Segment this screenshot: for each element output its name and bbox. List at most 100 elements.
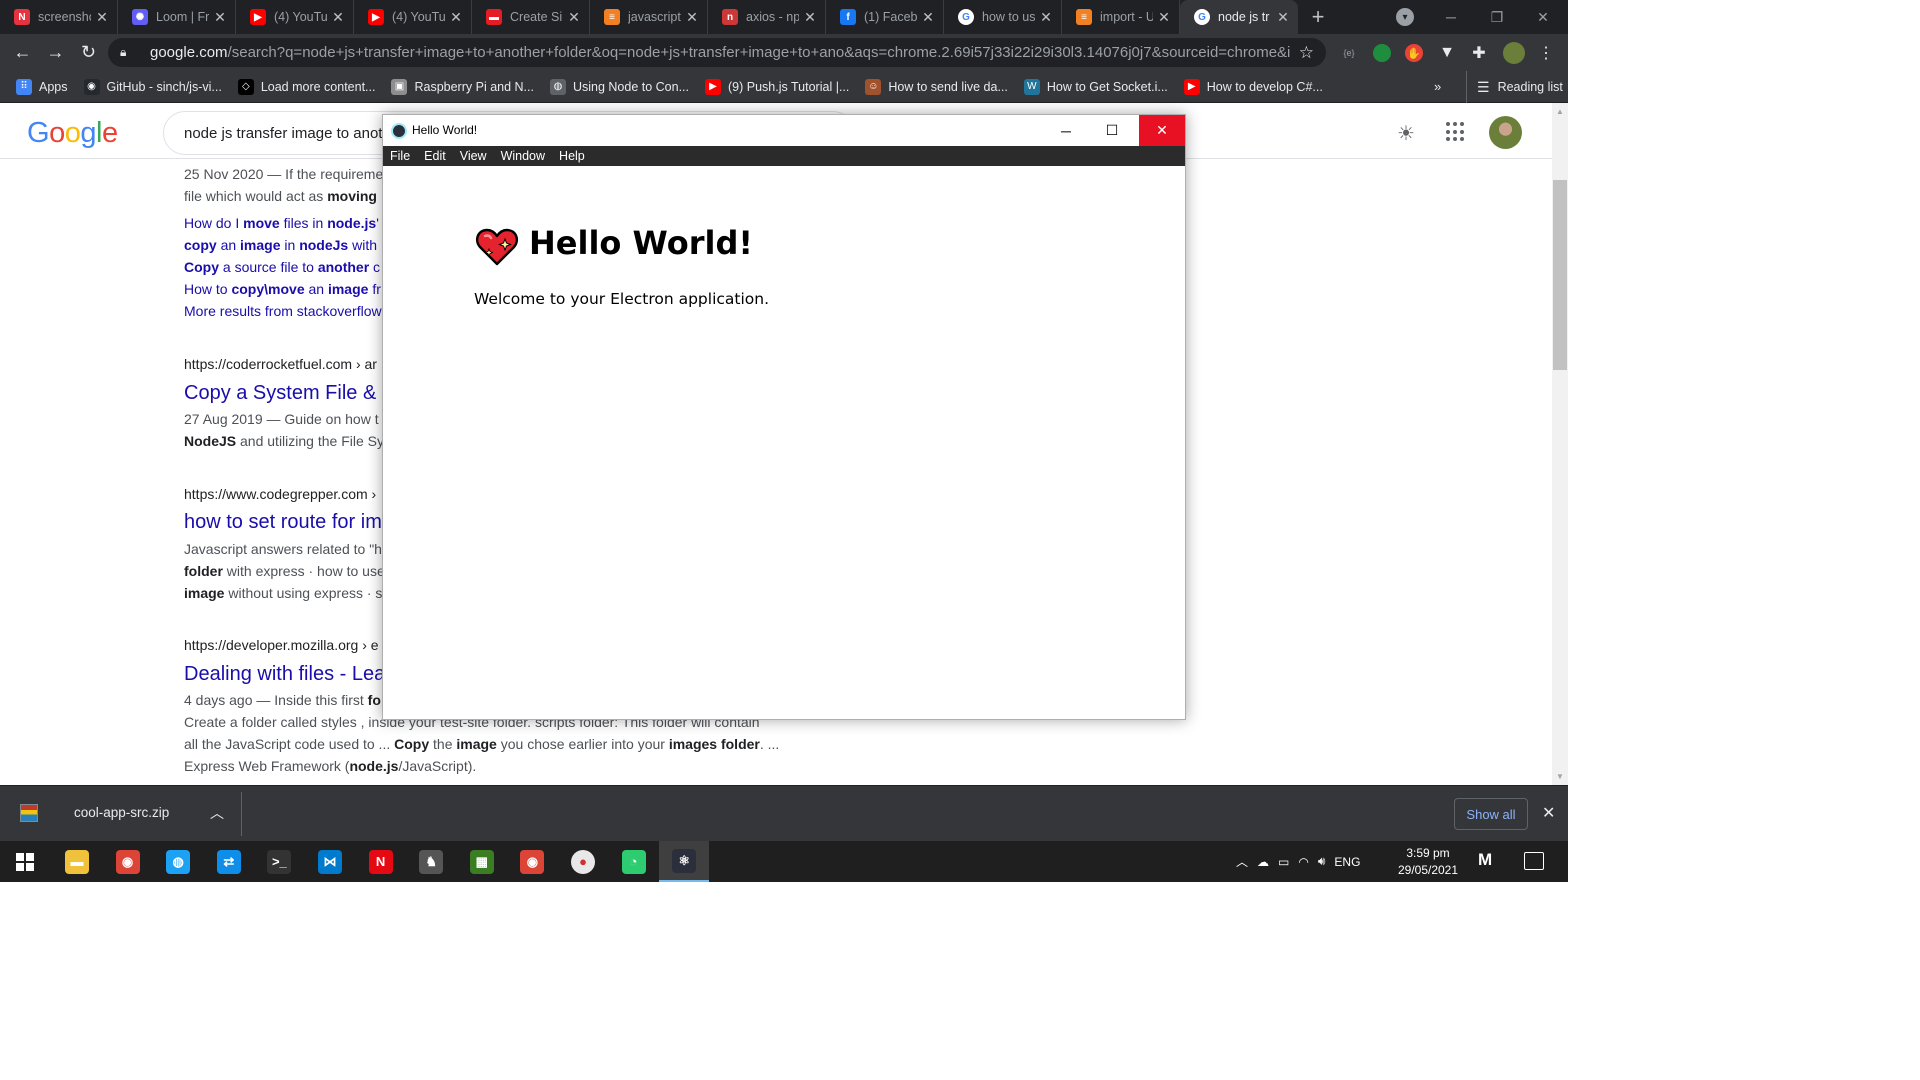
bookmark-item[interactable]: ◉ GitHub - sinch/js-vi... [83, 78, 222, 95]
taskbar-app[interactable]: ⇄ [204, 841, 254, 882]
extension-hand-icon[interactable]: ✋ [1405, 44, 1423, 62]
result-cite[interactable]: https://developer.mozilla.org › e [184, 634, 379, 656]
minimize-icon[interactable]: ─ [1428, 0, 1474, 34]
chrome-menu-icon[interactable]: ⋮ [1537, 44, 1555, 62]
browser-tab[interactable]: ▶ (4) YouTu ✕ [354, 0, 472, 34]
browser-tab[interactable]: Ghow to us ✕ [944, 0, 1062, 34]
bookmarks-overflow-button[interactable]: » [1434, 79, 1441, 94]
menu-view[interactable]: View [459, 149, 488, 163]
extension-green-icon[interactable] [1373, 44, 1391, 62]
new-tab-button[interactable]: + [1298, 0, 1338, 34]
menu-help[interactable]: Help [558, 149, 586, 163]
browser-tab[interactable]: Nscreensho ✕ [0, 0, 118, 34]
volume-icon[interactable]: 🔊︎ [1318, 854, 1326, 869]
battery-icon[interactable]: ▭ [1278, 855, 1289, 869]
wifi-icon[interactable]: ◠ [1298, 855, 1308, 869]
scroll-down-icon[interactable]: ▼ [1552, 769, 1568, 783]
show-all-button[interactable]: Show all [1454, 798, 1528, 830]
taskbar-app[interactable]: ◉ [103, 841, 153, 882]
taskbar-app[interactable]: N [356, 841, 406, 882]
chevron-up-icon[interactable]: ︿ [1236, 853, 1248, 870]
close-downloads-icon[interactable]: ✕ [1542, 803, 1555, 823]
system-clock[interactable]: 3:59 pm 29/05/2021 [1392, 845, 1464, 879]
tab-close-icon[interactable]: ✕ [567, 9, 581, 26]
language-indicator[interactable]: ENG [1334, 855, 1360, 869]
electron-minimize-icon[interactable]: ─ [1043, 115, 1089, 146]
tab-close-icon[interactable]: ✕ [331, 9, 345, 26]
restore-icon[interactable]: ❐ [1474, 0, 1520, 34]
bookmark-item[interactable]: ☺ How to send live da... [865, 78, 1008, 95]
bookmark-item[interactable]: ◇ Load more content... [237, 78, 375, 95]
browser-tab[interactable]: ▬ Create Sir ✕ [472, 0, 590, 34]
related-link[interactable]: copy an image in nodeJs with [184, 234, 377, 256]
result-title[interactable]: Copy a System File & [184, 380, 376, 406]
result-title[interactable]: Dealing with files - Lea [184, 661, 385, 687]
bookmark-item[interactable]: ▶ (9) Push.js Tutorial |... [705, 78, 849, 95]
address-bar[interactable]: 🔒︎ google.com/search?q=node+js+transfer+… [108, 38, 1326, 67]
scrollbar-thumb[interactable] [1553, 180, 1567, 370]
tab-close-icon[interactable]: ✕ [1276, 9, 1290, 26]
google-apps-icon[interactable] [1446, 122, 1466, 142]
result-title[interactable]: how to set route for im [184, 509, 382, 535]
profile-avatar-icon[interactable] [1503, 42, 1525, 64]
reading-list-button[interactable]: ☰ Reading list [1466, 71, 1563, 103]
electron-title-bar[interactable]: Hello World! ─ ☐ ✕ [383, 115, 1185, 146]
browser-close-icon[interactable]: ✕ [1520, 0, 1566, 34]
tab-close-icon[interactable]: ✕ [1157, 9, 1171, 26]
extension-code-icon[interactable]: {e} [1340, 44, 1358, 62]
windows-start-icon[interactable] [0, 841, 50, 882]
taskbar-app[interactable]: ◔ [609, 841, 659, 882]
reload-icon[interactable]: ↻ [72, 36, 105, 69]
taskbar-app[interactable]: ⚛ [659, 841, 710, 882]
browser-tab[interactable]: ✺ Loom | Fr ✕ [118, 0, 236, 34]
related-link[interactable]: How to copy\move an image fr [184, 278, 381, 300]
browser-tab[interactable]: Gnode js tr ✕ [1180, 0, 1298, 34]
tab-close-icon[interactable]: ✕ [803, 9, 817, 26]
google-account-avatar[interactable] [1489, 116, 1522, 149]
electron-close-icon[interactable]: ✕ [1139, 115, 1185, 146]
related-link[interactable]: How do I move files in node.js' [184, 212, 379, 234]
taskbar-app[interactable]: ◍ [153, 841, 203, 882]
browser-tab[interactable]: ≡ javascript ✕ [590, 0, 708, 34]
scroll-up-icon[interactable]: ▲ [1552, 104, 1568, 118]
tab-close-icon[interactable]: ✕ [449, 9, 463, 26]
download-item[interactable]: cool-app-src.zip [74, 805, 169, 820]
theme-sun-icon[interactable]: ☀ [1397, 121, 1415, 146]
browser-tab[interactable]: n axios - np ✕ [708, 0, 826, 34]
app-m-icon[interactable]: M [1478, 850, 1492, 870]
notification-center-icon[interactable] [1524, 852, 1544, 870]
taskbar-app[interactable]: ▬ [52, 841, 102, 882]
bookmark-item[interactable]: W How to Get Socket.i... [1023, 78, 1168, 95]
back-icon[interactable]: ← [6, 36, 39, 69]
menu-window[interactable]: Window [500, 149, 546, 163]
taskbar-app[interactable]: ◉ [507, 841, 557, 882]
tab-close-icon[interactable]: ✕ [921, 9, 935, 26]
tab-close-icon[interactable]: ✕ [95, 9, 109, 26]
bookmark-star-icon[interactable]: ☆ [1299, 43, 1314, 63]
tab-search-icon[interactable]: ▾ [1396, 8, 1414, 26]
tab-close-icon[interactable]: ✕ [1039, 9, 1053, 26]
related-link[interactable]: Copy a source file to another c [184, 256, 380, 278]
browser-tab[interactable]: ▶ (4) YouTu ✕ [236, 0, 354, 34]
extension-v-icon[interactable]: ▼ [1438, 44, 1456, 62]
menu-edit[interactable]: Edit [423, 149, 447, 163]
tab-close-icon[interactable]: ✕ [213, 9, 227, 26]
electron-maximize-icon[interactable]: ☐ [1089, 115, 1135, 146]
extensions-puzzle-icon[interactable]: ✚ [1470, 44, 1488, 62]
browser-tab[interactable]: ≡ import - U ✕ [1062, 0, 1180, 34]
bookmark-item[interactable]: ▶ How to develop C#... [1183, 78, 1323, 95]
forward-icon[interactable]: → [39, 36, 72, 69]
google-logo[interactable]: Google [27, 117, 118, 150]
bookmark-item[interactable]: ⠿ Apps [16, 78, 68, 95]
tab-close-icon[interactable]: ✕ [685, 9, 699, 26]
taskbar-app[interactable]: >_ [254, 841, 304, 882]
related-link[interactable]: More results from stackoverflow [184, 300, 382, 322]
browser-tab[interactable]: f (1) Faceb ✕ [826, 0, 944, 34]
chevron-up-icon[interactable]: ︿ [210, 803, 224, 823]
result-cite[interactable]: https://www.codegrepper.com › [184, 483, 376, 505]
url-text[interactable]: google.com/search?q=node+js+transfer+ima… [150, 44, 1291, 61]
taskbar-app[interactable]: ● [558, 841, 608, 882]
taskbar-app[interactable]: ♞ [406, 841, 456, 882]
bookmark-item[interactable]: ◍ Using Node to Con... [549, 78, 689, 95]
result-cite[interactable]: https://coderrocketfuel.com › ar [184, 353, 377, 375]
